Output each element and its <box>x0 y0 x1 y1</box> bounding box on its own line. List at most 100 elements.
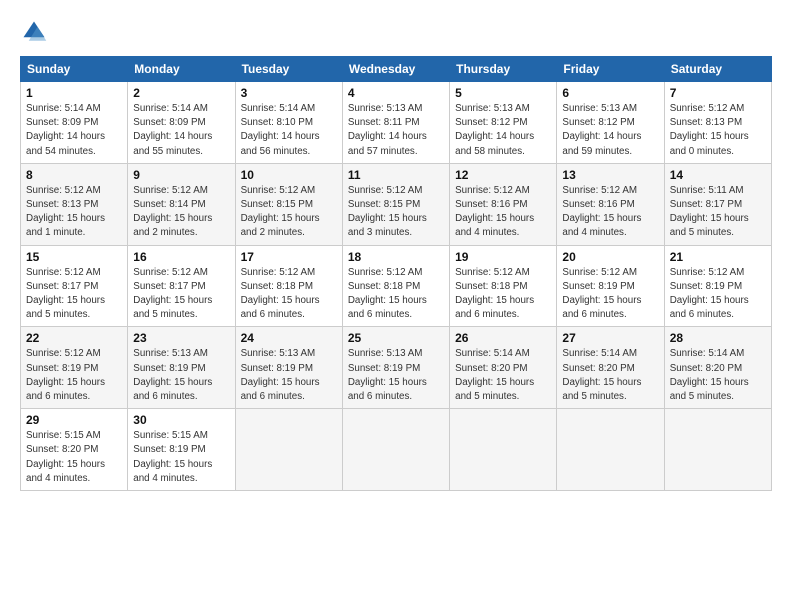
calendar-cell: 17 Sunrise: 5:12 AMSunset: 8:18 PMDaylig… <box>235 245 342 327</box>
day-info: Sunrise: 5:12 AMSunset: 8:18 PMDaylight:… <box>455 267 534 321</box>
day-number: 30 <box>133 413 229 427</box>
day-info: Sunrise: 5:14 AMSunset: 8:09 PMDaylight:… <box>26 103 105 157</box>
logo <box>20 18 52 46</box>
day-number: 21 <box>670 250 766 264</box>
header <box>20 18 772 46</box>
calendar-week-1: 1 Sunrise: 5:14 AMSunset: 8:09 PMDayligh… <box>21 82 772 164</box>
calendar-table: SundayMondayTuesdayWednesdayThursdayFrid… <box>20 56 772 491</box>
calendar-cell: 11 Sunrise: 5:12 AMSunset: 8:15 PMDaylig… <box>342 163 449 245</box>
calendar-cell: 5 Sunrise: 5:13 AMSunset: 8:12 PMDayligh… <box>450 82 557 164</box>
day-info: Sunrise: 5:12 AMSunset: 8:15 PMDaylight:… <box>241 185 320 239</box>
day-number: 14 <box>670 168 766 182</box>
logo-icon <box>20 18 48 46</box>
calendar-week-3: 15 Sunrise: 5:12 AMSunset: 8:17 PMDaylig… <box>21 245 772 327</box>
day-info: Sunrise: 5:13 AMSunset: 8:19 PMDaylight:… <box>348 348 427 402</box>
day-info: Sunrise: 5:12 AMSunset: 8:19 PMDaylight:… <box>26 348 105 402</box>
day-number: 2 <box>133 86 229 100</box>
calendar-cell: 8 Sunrise: 5:12 AMSunset: 8:13 PMDayligh… <box>21 163 128 245</box>
calendar-cell: 12 Sunrise: 5:12 AMSunset: 8:16 PMDaylig… <box>450 163 557 245</box>
weekday-header-wednesday: Wednesday <box>342 57 449 82</box>
calendar-week-4: 22 Sunrise: 5:12 AMSunset: 8:19 PMDaylig… <box>21 327 772 409</box>
calendar-body: 1 Sunrise: 5:14 AMSunset: 8:09 PMDayligh… <box>21 82 772 491</box>
day-number: 3 <box>241 86 337 100</box>
day-number: 19 <box>455 250 551 264</box>
day-info: Sunrise: 5:13 AMSunset: 8:19 PMDaylight:… <box>241 348 320 402</box>
day-number: 27 <box>562 331 658 345</box>
day-number: 5 <box>455 86 551 100</box>
weekday-row: SundayMondayTuesdayWednesdayThursdayFrid… <box>21 57 772 82</box>
day-info: Sunrise: 5:11 AMSunset: 8:17 PMDaylight:… <box>670 185 749 239</box>
calendar-cell: 13 Sunrise: 5:12 AMSunset: 8:16 PMDaylig… <box>557 163 664 245</box>
day-number: 6 <box>562 86 658 100</box>
calendar-cell <box>557 409 664 491</box>
day-number: 20 <box>562 250 658 264</box>
calendar-cell: 1 Sunrise: 5:14 AMSunset: 8:09 PMDayligh… <box>21 82 128 164</box>
day-info: Sunrise: 5:12 AMSunset: 8:17 PMDaylight:… <box>133 267 212 321</box>
day-info: Sunrise: 5:14 AMSunset: 8:10 PMDaylight:… <box>241 103 320 157</box>
day-number: 22 <box>26 331 122 345</box>
calendar-cell: 25 Sunrise: 5:13 AMSunset: 8:19 PMDaylig… <box>342 327 449 409</box>
day-number: 1 <box>26 86 122 100</box>
day-info: Sunrise: 5:12 AMSunset: 8:16 PMDaylight:… <box>455 185 534 239</box>
day-info: Sunrise: 5:14 AMSunset: 8:20 PMDaylight:… <box>455 348 534 402</box>
day-number: 24 <box>241 331 337 345</box>
day-number: 9 <box>133 168 229 182</box>
calendar-cell: 9 Sunrise: 5:12 AMSunset: 8:14 PMDayligh… <box>128 163 235 245</box>
calendar-cell: 18 Sunrise: 5:12 AMSunset: 8:18 PMDaylig… <box>342 245 449 327</box>
day-number: 18 <box>348 250 444 264</box>
calendar-cell: 6 Sunrise: 5:13 AMSunset: 8:12 PMDayligh… <box>557 82 664 164</box>
day-info: Sunrise: 5:12 AMSunset: 8:18 PMDaylight:… <box>348 267 427 321</box>
day-info: Sunrise: 5:13 AMSunset: 8:19 PMDaylight:… <box>133 348 212 402</box>
day-number: 28 <box>670 331 766 345</box>
day-info: Sunrise: 5:12 AMSunset: 8:16 PMDaylight:… <box>562 185 641 239</box>
day-info: Sunrise: 5:12 AMSunset: 8:14 PMDaylight:… <box>133 185 212 239</box>
day-number: 8 <box>26 168 122 182</box>
calendar-cell: 30 Sunrise: 5:15 AMSunset: 8:19 PMDaylig… <box>128 409 235 491</box>
day-number: 12 <box>455 168 551 182</box>
day-number: 26 <box>455 331 551 345</box>
day-info: Sunrise: 5:12 AMSunset: 8:19 PMDaylight:… <box>562 267 641 321</box>
weekday-header-saturday: Saturday <box>664 57 771 82</box>
calendar-cell: 15 Sunrise: 5:12 AMSunset: 8:17 PMDaylig… <box>21 245 128 327</box>
calendar-cell: 7 Sunrise: 5:12 AMSunset: 8:13 PMDayligh… <box>664 82 771 164</box>
calendar-cell: 10 Sunrise: 5:12 AMSunset: 8:15 PMDaylig… <box>235 163 342 245</box>
calendar-cell <box>235 409 342 491</box>
weekday-header-friday: Friday <box>557 57 664 82</box>
day-number: 7 <box>670 86 766 100</box>
calendar-week-5: 29 Sunrise: 5:15 AMSunset: 8:20 PMDaylig… <box>21 409 772 491</box>
calendar-week-2: 8 Sunrise: 5:12 AMSunset: 8:13 PMDayligh… <box>21 163 772 245</box>
day-number: 17 <box>241 250 337 264</box>
day-info: Sunrise: 5:13 AMSunset: 8:12 PMDaylight:… <box>562 103 641 157</box>
calendar-cell: 20 Sunrise: 5:12 AMSunset: 8:19 PMDaylig… <box>557 245 664 327</box>
day-number: 4 <box>348 86 444 100</box>
calendar-header: SundayMondayTuesdayWednesdayThursdayFrid… <box>21 57 772 82</box>
calendar-cell: 21 Sunrise: 5:12 AMSunset: 8:19 PMDaylig… <box>664 245 771 327</box>
day-info: Sunrise: 5:12 AMSunset: 8:13 PMDaylight:… <box>26 185 105 239</box>
day-info: Sunrise: 5:14 AMSunset: 8:20 PMDaylight:… <box>562 348 641 402</box>
day-number: 13 <box>562 168 658 182</box>
day-info: Sunrise: 5:12 AMSunset: 8:19 PMDaylight:… <box>670 267 749 321</box>
day-info: Sunrise: 5:15 AMSunset: 8:20 PMDaylight:… <box>26 430 105 484</box>
day-number: 11 <box>348 168 444 182</box>
day-info: Sunrise: 5:15 AMSunset: 8:19 PMDaylight:… <box>133 430 212 484</box>
calendar-cell <box>664 409 771 491</box>
day-info: Sunrise: 5:14 AMSunset: 8:20 PMDaylight:… <box>670 348 749 402</box>
day-info: Sunrise: 5:13 AMSunset: 8:11 PMDaylight:… <box>348 103 427 157</box>
calendar-cell: 22 Sunrise: 5:12 AMSunset: 8:19 PMDaylig… <box>21 327 128 409</box>
calendar-cell <box>450 409 557 491</box>
calendar-cell: 28 Sunrise: 5:14 AMSunset: 8:20 PMDaylig… <box>664 327 771 409</box>
calendar-cell: 26 Sunrise: 5:14 AMSunset: 8:20 PMDaylig… <box>450 327 557 409</box>
day-number: 23 <box>133 331 229 345</box>
calendar-cell: 24 Sunrise: 5:13 AMSunset: 8:19 PMDaylig… <box>235 327 342 409</box>
calendar-cell: 27 Sunrise: 5:14 AMSunset: 8:20 PMDaylig… <box>557 327 664 409</box>
weekday-header-monday: Monday <box>128 57 235 82</box>
day-number: 16 <box>133 250 229 264</box>
weekday-header-sunday: Sunday <box>21 57 128 82</box>
weekday-header-thursday: Thursday <box>450 57 557 82</box>
day-info: Sunrise: 5:12 AMSunset: 8:17 PMDaylight:… <box>26 267 105 321</box>
day-info: Sunrise: 5:12 AMSunset: 8:18 PMDaylight:… <box>241 267 320 321</box>
calendar-cell <box>342 409 449 491</box>
calendar-cell: 3 Sunrise: 5:14 AMSunset: 8:10 PMDayligh… <box>235 82 342 164</box>
day-number: 15 <box>26 250 122 264</box>
day-info: Sunrise: 5:13 AMSunset: 8:12 PMDaylight:… <box>455 103 534 157</box>
